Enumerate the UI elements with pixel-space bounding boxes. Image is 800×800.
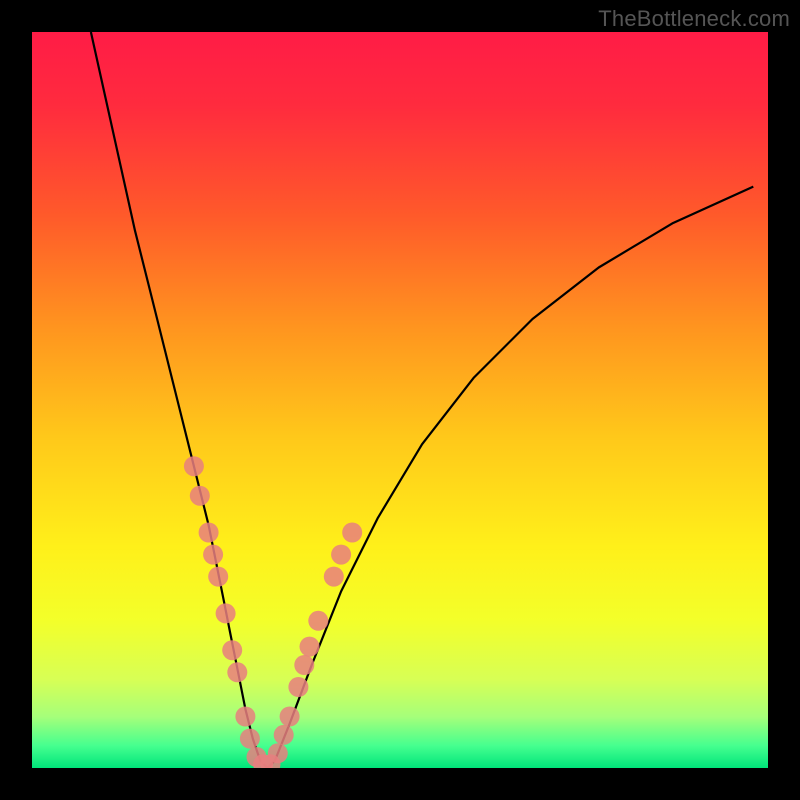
data-marker [199,523,219,543]
data-marker [190,486,210,506]
data-marker [235,707,255,727]
data-marker [331,545,351,565]
data-marker [222,640,242,660]
curve-overlay [32,32,768,768]
watermark-text: TheBottleneck.com [598,6,790,32]
chart-container: TheBottleneck.com [0,0,800,800]
data-marker [288,677,308,697]
data-markers [184,456,362,768]
data-marker [184,456,204,476]
data-marker [216,603,236,623]
data-marker [280,707,300,727]
data-marker [300,637,320,657]
plot-area [32,32,768,768]
data-marker [203,545,223,565]
data-marker [308,611,328,631]
data-marker [240,729,260,749]
data-marker [342,523,362,543]
data-marker [274,725,294,745]
v-curve [91,32,753,768]
data-marker [324,567,344,587]
data-marker [268,743,288,763]
data-marker [227,662,247,682]
data-marker [208,567,228,587]
data-marker [294,655,314,675]
v-curve-path [91,32,753,768]
